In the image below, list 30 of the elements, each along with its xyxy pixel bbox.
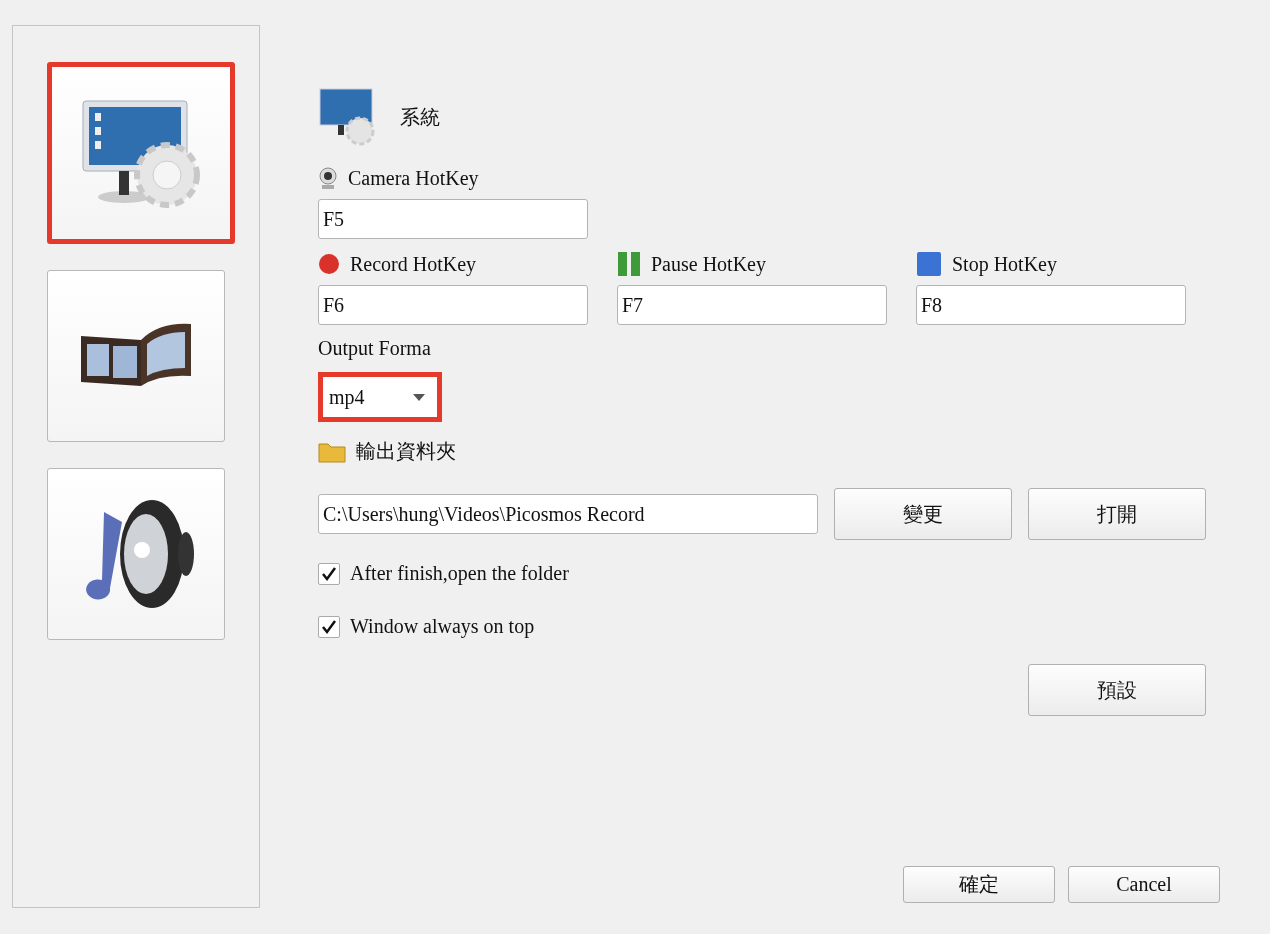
dialog-button[interactable]: 確定 [903,866,1055,903]
hotkey-label: Stop HotKey [952,252,1057,276]
record-icon [318,253,340,275]
folder-button[interactable]: 變更 [834,488,1012,540]
checkbox[interactable] [318,562,340,585]
folder-button[interactable]: 打開 [1028,488,1206,540]
format-dropdown[interactable]: mp4 [318,372,442,422]
caret-icon [413,393,425,401]
option-label: After finish,open the folder [350,562,569,585]
hotkey-field[interactable]: F8 [916,285,1186,325]
hotkey-field[interactable]: F6 [318,285,588,325]
dialog-button[interactable]: Cancel [1068,866,1220,903]
monitor-gear-icon [79,97,203,209]
hotkey-label: Pause HotKey [651,252,766,276]
hotkey-field[interactable]: F7 [617,285,887,325]
hotkey-field[interactable]: F5 [318,199,588,239]
output-folder-label: 輸出資料夾 [356,438,456,464]
stop-icon [916,251,942,277]
pause-icon [617,251,641,277]
hotkey-label: Record HotKey [350,252,477,276]
folder-path-field[interactable]: C:\Users\hung\Videos\Picosmos Record [318,494,818,534]
webcam-icon [318,167,338,189]
sidebar-item[interactable] [47,468,225,640]
output-format-label: Output Forma [318,337,432,360]
sidebar-item[interactable] [47,270,225,442]
section-title: 系統 [400,104,440,130]
option-label: Window always on top [350,615,535,638]
default-button[interactable]: 預設 [1028,664,1206,716]
hotkey-label: Camera HotKey [348,166,479,190]
checkbox[interactable] [318,615,340,638]
